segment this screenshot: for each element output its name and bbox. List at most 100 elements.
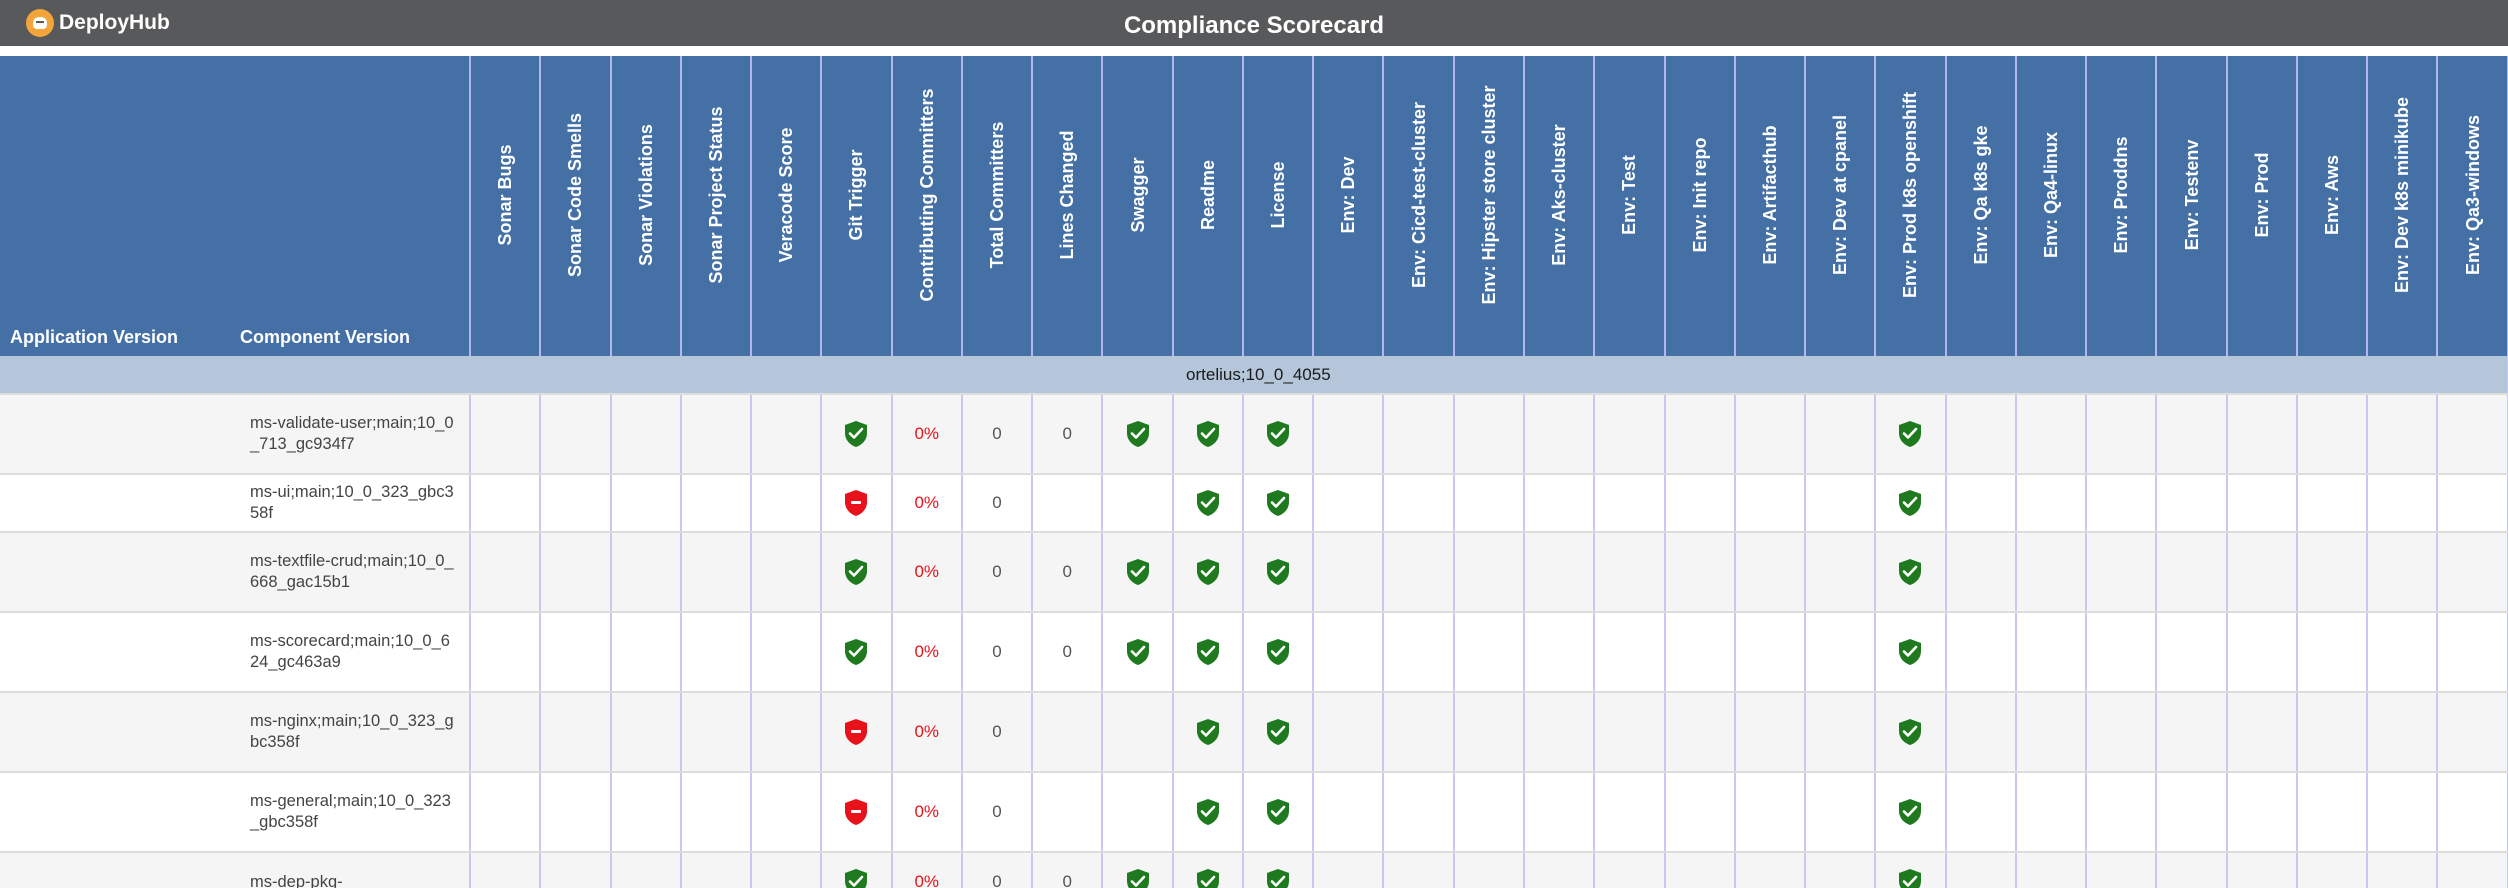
shield-check-icon: [843, 558, 869, 586]
table-row[interactable]: ms-general;main;10_0_323_gbc358f 0% 0: [0, 772, 2508, 853]
cell-env-qa4-linux: [2015, 852, 2088, 888]
cell-env-qa3-windows: [2437, 772, 2508, 853]
cell-env-hipster-store-cluster: [1453, 692, 1525, 773]
table-row[interactable]: ms-dep-pkg- 0% 0 0: [0, 852, 2508, 888]
cell-env-artifacthub: [1734, 772, 1807, 853]
col-header-env-proddns: Env: Proddns: [2086, 56, 2158, 356]
cell-license: [1242, 394, 1315, 475]
table-row[interactable]: ms-validate-user;main;10_0_713_gc934f7 0%…: [0, 394, 2508, 475]
cell-contributing-committers: 0%: [891, 532, 963, 613]
shield-check-icon: [1897, 798, 1923, 826]
col-header-label: Sonar Project Status: [705, 106, 726, 284]
cell-env-testenv: [2156, 474, 2228, 533]
count-value: 0: [992, 722, 1002, 741]
cell-env-prod: [2226, 692, 2298, 773]
cell-env-prod-k8s-openshift: [1875, 474, 1947, 533]
cell-env-init-repo: [1664, 394, 1736, 475]
component-version-cell[interactable]: ms-validate-user;main;10_0_713_gc934f7: [230, 394, 471, 475]
shield-check-icon: [1195, 420, 1221, 448]
cell-env-hipster-store-cluster: [1453, 852, 1525, 888]
col-header-label: Env: Hipster store cluster: [1478, 85, 1499, 305]
col-header-label: Veracode Score: [776, 127, 797, 263]
cell-license: [1242, 612, 1315, 693]
col-header-sonar-violations: Sonar Violations: [610, 56, 682, 356]
cell-env-dev-at-cpanel: [1805, 772, 1877, 853]
component-version-cell[interactable]: ms-nginx;main;10_0_323_gbc358f: [230, 692, 471, 773]
col-header-sonar-project-status: Sonar Project Status: [680, 56, 753, 356]
cell-env-prod: [2226, 772, 2298, 853]
shield-check-icon: [1265, 638, 1291, 666]
col-header-lines-changed: Lines Changed: [1032, 56, 1104, 356]
table-row[interactable]: ms-scorecard;main;10_0_624_gc463a9 0% 0 0: [0, 612, 2508, 693]
cell-contributing-committers: 0%: [891, 692, 963, 773]
col-header-label: Env: Qa3-windows: [2462, 114, 2483, 276]
component-version-cell[interactable]: ms-scorecard;main;10_0_624_gc463a9: [230, 612, 471, 693]
col-header-contributing-committers: Contributing Committers: [891, 56, 963, 356]
cell-env-prod-k8s-openshift: [1875, 394, 1947, 475]
col-header-label: Env: Qa4-linux: [2040, 131, 2061, 259]
col-header-label: Env: Artifacthub: [1759, 125, 1780, 265]
cell-contributing-committers: 0%: [891, 394, 963, 475]
count-value: 0: [992, 493, 1002, 512]
cell-swagger: [1102, 394, 1174, 475]
cell-env-proddns: [2086, 692, 2158, 773]
cell-env-dev-k8s-minikube: [2367, 772, 2439, 853]
cell-env-dev: [1313, 772, 1385, 853]
cell-license: [1242, 692, 1315, 773]
col-header-env-qa3-windows: Env: Qa3-windows: [2437, 56, 2508, 356]
col-header-env-cicd-test-cluster: Env: Cicd-test-cluster: [1383, 56, 1455, 356]
cell-env-proddns: [2086, 394, 2158, 475]
application-version-group[interactable]: ortelius;10_0_4055: [0, 356, 2508, 395]
cell-env-qa4-linux: [2015, 394, 2088, 475]
cell-env-testenv: [2156, 532, 2228, 613]
cell-env-hipster-store-cluster: [1453, 612, 1525, 693]
cell-git-trigger: [821, 612, 893, 693]
cell-env-qa-k8s-gke: [1945, 394, 2017, 475]
col-header-label: Sonar Bugs: [495, 144, 516, 246]
col-header-env-testenv: Env: Testenv: [2156, 56, 2228, 356]
component-version-cell[interactable]: ms-textfile-crud;main;10_0_668_gac15b1: [230, 532, 471, 613]
scorecard-table-container[interactable]: Application Version Component Version So…: [0, 56, 2508, 888]
cell-sonar-project-status: [680, 394, 753, 475]
cell-sonar-bugs: [470, 692, 542, 773]
cell-sonar-violations: [610, 612, 682, 693]
cell-env-dev: [1313, 474, 1385, 533]
cell-veracode-score: [751, 532, 823, 613]
cell-env-hipster-store-cluster: [1453, 474, 1525, 533]
cell-sonar-code-smells: [540, 612, 612, 693]
table-row[interactable]: ms-ui;main;10_0_323_gbc358f 0% 0: [0, 474, 2508, 533]
top-bar: DeployHub Compliance Scorecard: [0, 0, 2508, 51]
cell-env-aws: [2296, 772, 2369, 853]
cell-swagger: [1102, 772, 1174, 853]
component-version-cell[interactable]: ms-ui;main;10_0_323_gbc358f: [230, 474, 471, 533]
cell-total-committers: 0: [961, 474, 1034, 533]
col-header-label: License: [1268, 161, 1289, 229]
col-header-label: Sonar Code Smells: [565, 112, 586, 278]
cell-env-qa4-linux: [2015, 612, 2088, 693]
component-version-cell[interactable]: ms-general;main;10_0_323_gbc358f: [230, 772, 471, 853]
cell-env-test: [1594, 852, 1666, 888]
cell-env-prod-k8s-openshift: [1875, 532, 1947, 613]
table-row[interactable]: ms-nginx;main;10_0_323_gbc358f 0% 0: [0, 692, 2508, 773]
col-header-env-test: Env: Test: [1594, 56, 1666, 356]
cell-env-hipster-store-cluster: [1453, 772, 1525, 853]
col-header-component-version: Component Version: [230, 56, 471, 356]
cell-git-trigger: [821, 692, 893, 773]
cell-env-init-repo: [1664, 532, 1736, 613]
shield-check-icon: [1125, 868, 1151, 888]
cell-veracode-score: [751, 852, 823, 888]
cell-env-cicd-test-cluster: [1383, 852, 1455, 888]
cell-veracode-score: [751, 394, 823, 475]
cell-env-testenv: [2156, 692, 2228, 773]
component-version-cell[interactable]: ms-dep-pkg-: [230, 852, 471, 888]
cell-env-qa-k8s-gke: [1945, 772, 2017, 853]
header-row: Application Version Component Version So…: [0, 56, 2508, 356]
shield-check-icon: [843, 638, 869, 666]
table-row[interactable]: ms-textfile-crud;main;10_0_668_gac15b1 0%…: [0, 532, 2508, 613]
col-header-sonar-code-smells: Sonar Code Smells: [540, 56, 612, 356]
cell-lines-changed: [1032, 772, 1104, 853]
col-header-label: Readme: [1197, 159, 1218, 231]
shield-check-icon: [1897, 489, 1923, 517]
cell-env-prod-k8s-openshift: [1875, 612, 1947, 693]
col-header-swagger: Swagger: [1102, 56, 1174, 356]
